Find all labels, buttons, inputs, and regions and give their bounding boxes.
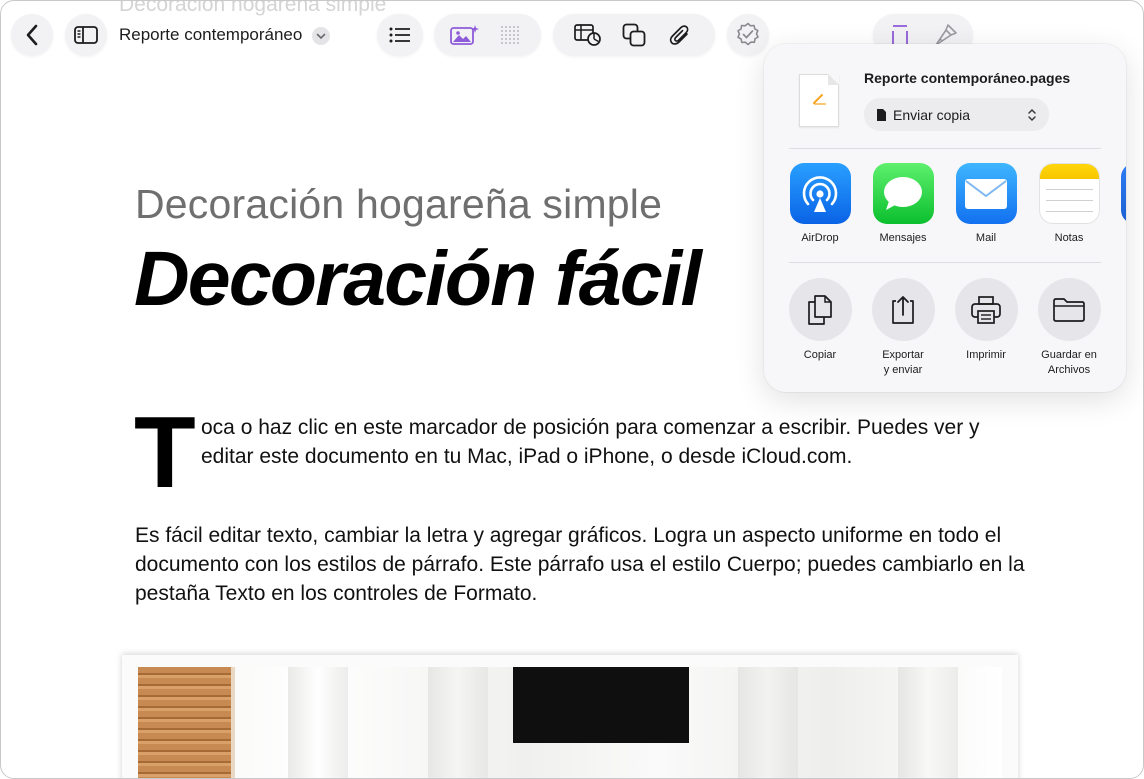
insert-toolbar-group	[553, 14, 715, 56]
share-app-notes[interactable]: Notas	[1037, 163, 1101, 244]
header-ghost-text: Decoración hogareña simple	[119, 0, 387, 16]
document-title[interactable]: Reporte contemporáneo	[119, 25, 302, 45]
app-label: AirDrop	[801, 232, 839, 244]
divider	[789, 148, 1101, 149]
chevron-left-icon	[26, 24, 38, 46]
file-thumbnail	[799, 74, 839, 127]
action-label: Copiar	[803, 349, 837, 361]
action-label: Exportar y enviar	[882, 349, 924, 376]
print-icon	[954, 278, 1018, 341]
divider	[789, 262, 1101, 263]
sidebar-toggle-button[interactable]	[65, 14, 107, 56]
app-label: Notas	[1054, 232, 1084, 244]
chevron-updown-icon	[1028, 108, 1036, 122]
table-chart-icon	[574, 24, 601, 46]
television	[513, 667, 689, 743]
action-label: Guardar en Archivos	[1041, 349, 1097, 376]
notes-icon	[1038, 163, 1100, 224]
page-fold	[828, 74, 839, 85]
app-label: Mensajes	[879, 232, 927, 244]
document-photo[interactable]	[122, 655, 1018, 778]
body-paragraph-1[interactable]: oca o haz clic en este marcador de posic…	[201, 413, 1001, 471]
paperclip-icon	[669, 25, 689, 45]
insert-table-chart-button[interactable]	[565, 14, 611, 56]
title-menu-button[interactable]	[312, 27, 330, 45]
badge-settings-icon	[737, 22, 759, 46]
back-button[interactable]	[11, 14, 53, 56]
media-toolbar-group	[434, 14, 541, 56]
share-popover: Reporte contemporáneo.pages Enviar copia…	[764, 44, 1126, 392]
copy-icon	[788, 278, 852, 341]
curtain	[288, 667, 348, 778]
curtain	[428, 667, 488, 778]
curtain	[738, 667, 798, 778]
export-share-icon	[871, 278, 935, 341]
share-app-mail[interactable]: Mail	[954, 163, 1018, 244]
chevron-down-icon	[316, 33, 326, 39]
export-share-action[interactable]: Exportar y enviar	[861, 278, 945, 378]
drop-cap[interactable]: T	[134, 403, 196, 504]
app-label: Mail	[975, 232, 997, 244]
print-action[interactable]: Imprimir	[944, 278, 1028, 363]
document-icon	[877, 109, 886, 121]
folder-icon	[1037, 278, 1101, 341]
more-app-icon[interactable]	[1121, 163, 1126, 224]
action-label: Imprimir	[966, 349, 1006, 361]
share-app-messages[interactable]: Mensajes	[871, 163, 935, 244]
image-playground-button[interactable]	[442, 14, 488, 56]
save-to-files-action[interactable]: Guardar en Archivos	[1027, 278, 1111, 378]
send-copy-selector[interactable]: Enviar copia	[864, 98, 1049, 131]
dot-grid-icon	[500, 26, 519, 44]
insert-attachment-button[interactable]	[657, 14, 703, 56]
list-format-button[interactable]	[377, 14, 423, 56]
airdrop-icon	[789, 163, 851, 224]
document-heading[interactable]: Decoración fácil	[134, 235, 702, 324]
sidebar-icon	[74, 26, 98, 44]
shapes-icon	[622, 23, 646, 47]
share-file-name: Reporte contemporáneo.pages	[864, 70, 1071, 86]
app-window: Decoración hogareña simple Reporte conte…	[0, 0, 1144, 779]
document-subtitle[interactable]: Decoración hogareña simple	[135, 181, 662, 228]
collaboration-button[interactable]	[727, 14, 769, 56]
copy-action[interactable]: Copiar	[778, 278, 862, 363]
photo-image	[138, 667, 1002, 778]
grid-button[interactable]	[488, 14, 534, 56]
pages-pen-icon	[813, 94, 826, 105]
wooden-shutter	[138, 667, 231, 778]
mail-icon	[955, 163, 1017, 224]
messages-icon	[872, 163, 934, 224]
shutter-edge	[231, 667, 235, 778]
curtain	[898, 667, 958, 778]
body-paragraph-2[interactable]: Es fácil editar texto, cambiar la letra …	[135, 521, 1035, 608]
share-app-airdrop[interactable]: AirDrop	[788, 163, 852, 244]
send-copy-label: Enviar copia	[893, 107, 971, 123]
list-bullet-icon	[389, 27, 410, 43]
insert-shape-button[interactable]	[611, 14, 657, 56]
image-sparkle-icon	[449, 25, 479, 45]
